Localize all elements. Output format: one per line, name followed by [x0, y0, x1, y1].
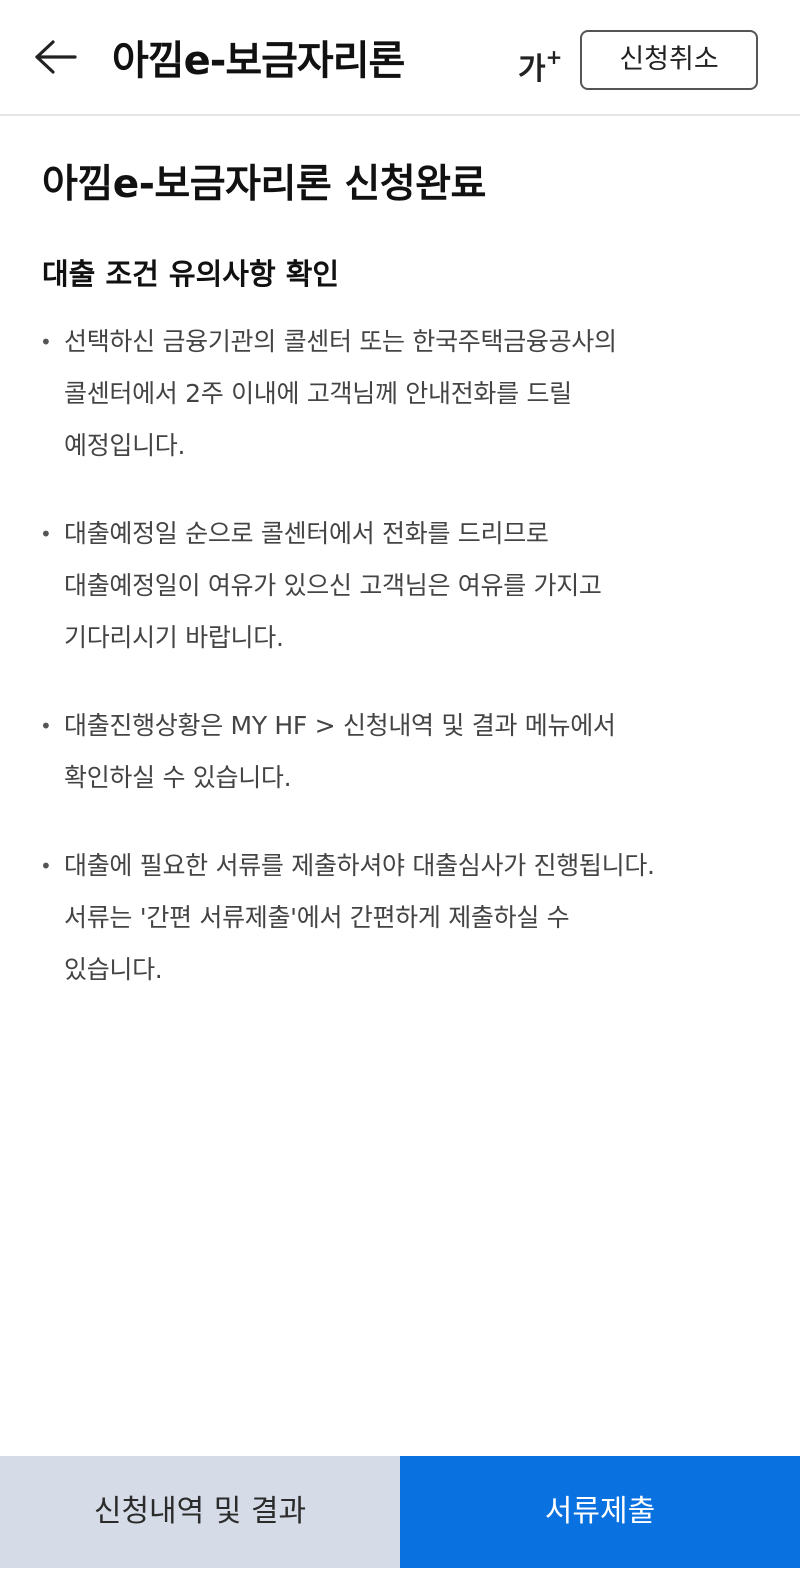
- font-size-button[interactable]: 가+: [518, 38, 563, 87]
- notice-line: 대출에 필요한 서류를 제출하셔야 대출심사가 진행됩니다.: [64, 851, 655, 880]
- notice-line: 있습니다.: [64, 955, 163, 984]
- app-screen: 아낌e-보금자리론 가+ 신청취소 아낌e-보금자리론 신청완료 대출 조건 유…: [0, 0, 800, 1596]
- notice-item: • 대출에 필요한 서류를 제출하셔야 대출심사가 진행됩니다. 서류는 '간편…: [36, 840, 766, 996]
- notice-line: 확인하실 수 있습니다.: [64, 763, 292, 792]
- back-button[interactable]: [30, 32, 80, 82]
- font-size-plus: +: [545, 45, 563, 69]
- bullet-icon: •: [40, 854, 52, 878]
- notice-line: 대출진행상황은 MY HF > 신청내역 및 결과 메뉴에서: [64, 711, 616, 740]
- notice-item: • 대출진행상황은 MY HF > 신청내역 및 결과 메뉴에서 확인하실 수 …: [36, 700, 766, 804]
- notice-item: • 선택하신 금융기관의 콜센터 또는 한국주택금융공사의 콜센터에서 2주 이…: [36, 316, 766, 472]
- notice-line: 콜센터에서 2주 이내에 고객님께 안내전화를 드릴: [64, 379, 572, 408]
- notice-line: 선택하신 금융기관의 콜센터 또는 한국주택금융공사의: [64, 327, 617, 356]
- notice-line: 대출예정일이 여유가 있으신 고객님은 여유를 가지고: [64, 571, 602, 600]
- page-title: 아낌e-보금자리론 신청완료: [42, 162, 486, 207]
- bullet-icon: •: [40, 522, 52, 546]
- font-size-label: 가: [518, 52, 546, 87]
- notice-line: 대출예정일 순으로 콜센터에서 전화를 드리므로: [64, 519, 549, 548]
- notice-line: 기다리시기 바랍니다.: [64, 623, 284, 652]
- bottom-action-bar: 신청내역 및 결과 서류제출: [0, 1456, 800, 1568]
- arrow-left-icon: [35, 40, 77, 74]
- submit-documents-button[interactable]: 서류제출: [400, 1456, 800, 1568]
- bullet-icon: •: [40, 714, 52, 738]
- cancel-application-button[interactable]: 신청취소: [580, 30, 758, 90]
- notice-list: • 선택하신 금융기관의 콜센터 또는 한국주택금융공사의 콜센터에서 2주 이…: [36, 316, 766, 1032]
- application-history-button[interactable]: 신청내역 및 결과: [0, 1456, 400, 1568]
- bullet-icon: •: [40, 330, 52, 354]
- section-title: 대출 조건 유의사항 확인: [42, 257, 340, 291]
- notice-line: 서류는 '간편 서류제출'에서 간편하게 제출하실 수: [64, 903, 570, 932]
- notice-line: 예정입니다.: [64, 431, 186, 460]
- notice-item: • 대출예정일 순으로 콜센터에서 전화를 드리므로 대출예정일이 여유가 있으…: [36, 508, 766, 664]
- header-title: 아낌e-보금자리론: [112, 38, 405, 84]
- app-header: 아낌e-보금자리론 가+ 신청취소: [0, 0, 800, 116]
